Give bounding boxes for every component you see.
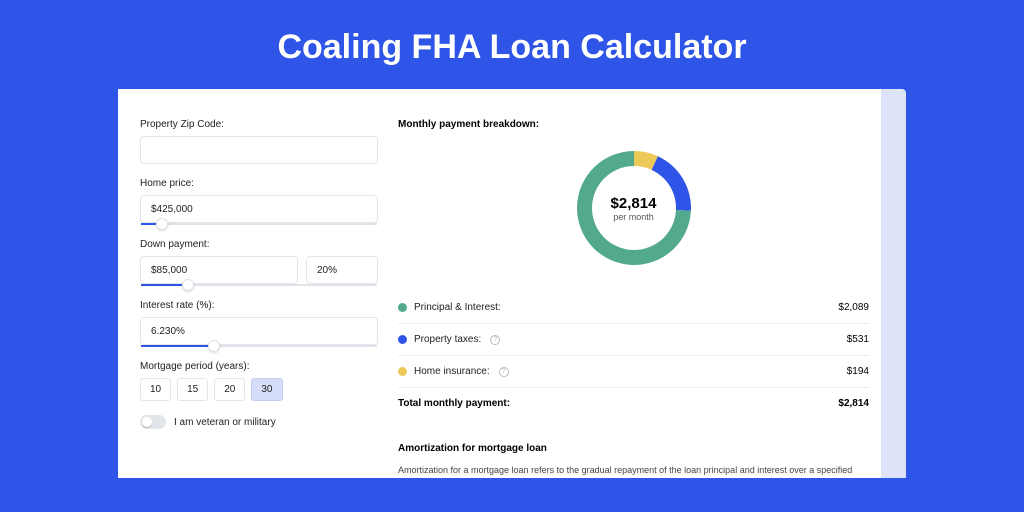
legend-row: Home insurance:? $194 (398, 355, 869, 387)
zip-label: Property Zip Code: (140, 119, 378, 130)
period-option-30[interactable]: 30 (251, 378, 282, 401)
interest-slider[interactable] (141, 345, 377, 347)
total-label: Total monthly payment: (398, 398, 510, 409)
toggle-knob (142, 417, 152, 427)
amortization-title: Amortization for mortgage loan (398, 443, 869, 454)
donut-chart: $2,814 per month (574, 148, 694, 268)
legend-row: Principal & Interest: $2,089 (398, 292, 869, 323)
donut-sub: per month (613, 212, 654, 222)
period-option-15[interactable]: 15 (177, 378, 208, 401)
period-options: 10 15 20 30 (140, 378, 378, 401)
donut-amount: $2,814 (611, 195, 657, 212)
legend-dot (398, 335, 407, 344)
veteran-row: I am veteran or military (140, 415, 378, 429)
interest-input[interactable] (140, 317, 378, 345)
help-icon[interactable]: ? (499, 367, 509, 377)
page: Coaling FHA Loan Calculator Property Zip… (0, 0, 1024, 512)
donut-center: $2,814 per month (592, 166, 676, 250)
legend-value: $531 (847, 334, 869, 345)
home-price-group: Home price: (140, 178, 378, 225)
breakdown-title: Monthly payment breakdown: (398, 119, 869, 130)
zip-group: Property Zip Code: (140, 119, 378, 164)
zip-input[interactable] (140, 136, 378, 164)
interest-group: Interest rate (%): (140, 300, 378, 347)
slider-thumb[interactable] (156, 218, 168, 230)
period-option-20[interactable]: 20 (214, 378, 245, 401)
legend: Principal & Interest: $2,089 Property taxe… (398, 292, 869, 387)
veteran-toggle[interactable] (140, 415, 166, 429)
legend-label: Home insurance: (414, 366, 490, 377)
total-row: Total monthly payment: $2,814 (398, 387, 869, 419)
inputs-column: Property Zip Code: Home price: Down paym… (140, 119, 378, 478)
amortization-section: Amortization for mortgage loan Amortizat… (398, 443, 869, 478)
home-price-slider[interactable] (141, 223, 377, 225)
veteran-label: I am veteran or military (174, 417, 276, 428)
slider-thumb[interactable] (182, 279, 194, 291)
down-payment-label: Down payment: (140, 239, 378, 250)
page-title: Coaling FHA Loan Calculator (0, 0, 1024, 89)
period-label: Mortgage period (years): (140, 361, 378, 372)
content: Property Zip Code: Home price: Down paym… (118, 89, 881, 478)
panel-inner: Property Zip Code: Home price: Down paym… (118, 89, 881, 478)
legend-dot (398, 303, 407, 312)
help-icon[interactable]: ? (490, 335, 500, 345)
amortization-body: Amortization for a mortgage loan refers … (398, 464, 869, 478)
down-payment-amount-input[interactable] (140, 256, 298, 284)
interest-label: Interest rate (%): (140, 300, 378, 311)
down-payment-slider[interactable] (141, 284, 377, 286)
breakdown-column: Monthly payment breakdown: $2,814 per mo… (398, 119, 869, 478)
period-option-10[interactable]: 10 (140, 378, 171, 401)
slider-thumb[interactable] (208, 340, 220, 352)
down-payment-pct-input[interactable] (306, 256, 378, 284)
legend-value: $2,089 (838, 302, 869, 313)
legend-row: Property taxes:? $531 (398, 323, 869, 355)
panel-outer: Property Zip Code: Home price: Down paym… (118, 89, 906, 478)
home-price-label: Home price: (140, 178, 378, 189)
legend-value: $194 (847, 366, 869, 377)
home-price-input[interactable] (140, 195, 378, 223)
down-payment-group: Down payment: (140, 239, 378, 286)
legend-label: Property taxes: (414, 334, 481, 345)
legend-dot (398, 367, 407, 376)
period-group: Mortgage period (years): 10 15 20 30 (140, 361, 378, 401)
donut-wrap: $2,814 per month (398, 148, 869, 268)
total-value: $2,814 (838, 398, 869, 409)
legend-label: Principal & Interest: (414, 302, 501, 313)
